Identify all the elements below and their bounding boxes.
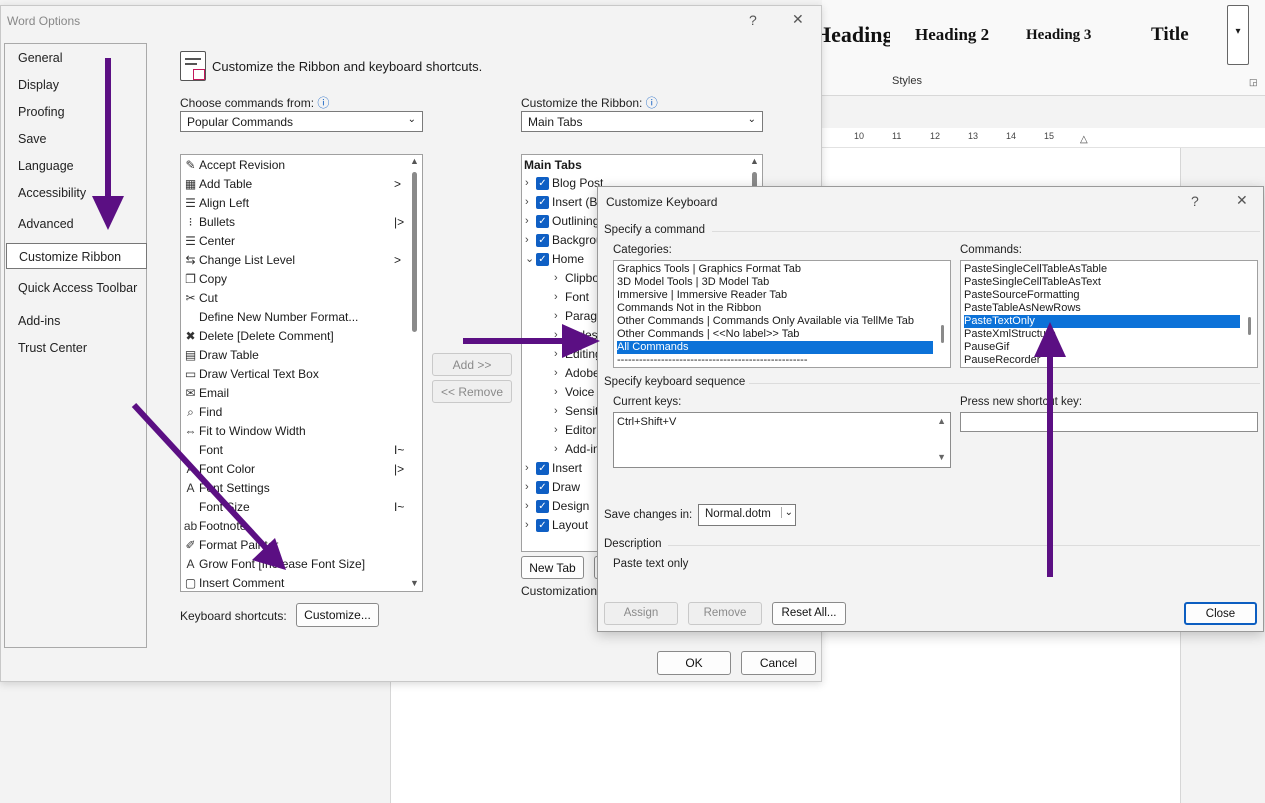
annotation-arrows [92, 58, 1066, 577]
arrow-to-customize-button [131, 402, 269, 551]
